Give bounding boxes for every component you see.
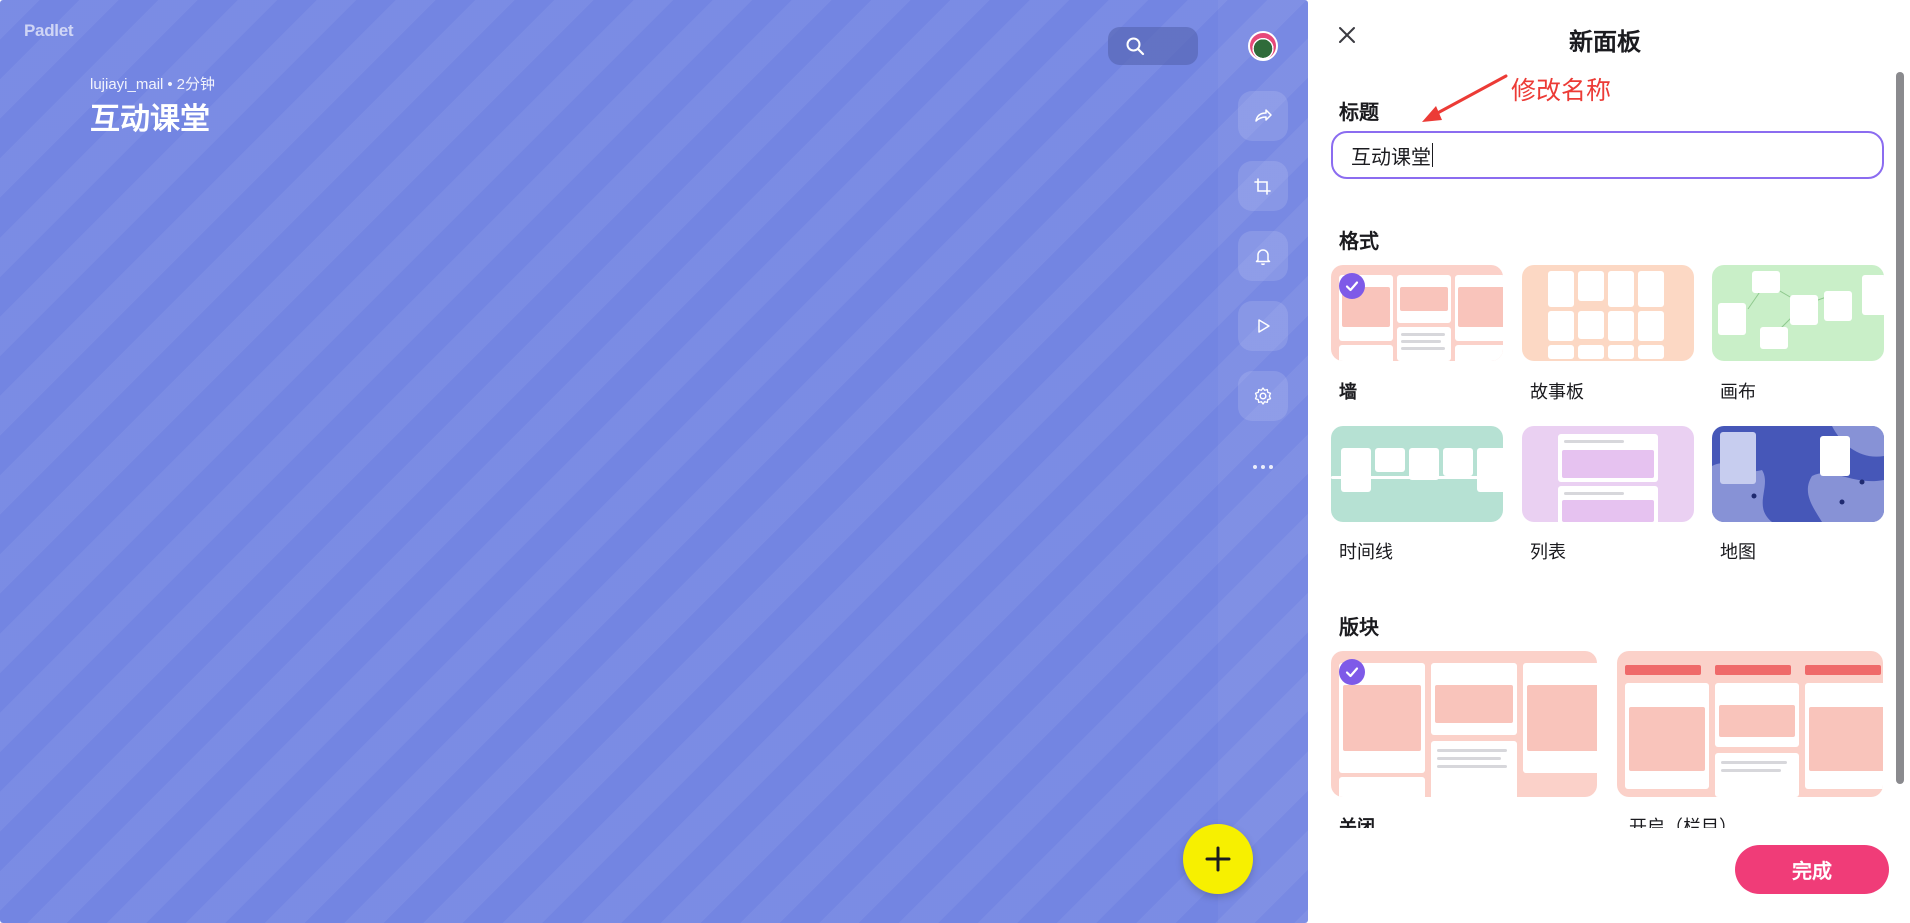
plus-icon — [1205, 846, 1231, 872]
sections-label-off: 关闭 — [1339, 817, 1375, 828]
title-input-value: 互动课堂 — [1351, 146, 1431, 169]
title-input[interactable]: 互动课堂 — [1331, 131, 1884, 179]
annotation-arrow-icon — [1422, 74, 1508, 122]
title-section-label: 标题 — [1339, 102, 1379, 124]
format-label-timeline: 时间线 — [1339, 542, 1393, 562]
play-icon — [1258, 319, 1270, 333]
padlet-logo[interactable]: Padlet — [24, 21, 74, 41]
more-button[interactable] — [1238, 452, 1288, 482]
board-author: lujiayi_mail — [90, 76, 164, 93]
format-option-storyboard[interactable] — [1522, 265, 1694, 361]
share-icon — [1255, 109, 1272, 122]
search-button[interactable] — [1108, 27, 1198, 65]
format-label-wall: 墙 — [1339, 382, 1357, 402]
padlet-board: Padlet lujiayi_mail • 2分钟 互动课堂 — [0, 0, 1308, 923]
selected-check-icon — [1339, 273, 1365, 299]
meta-separator: • — [167, 76, 173, 93]
settings-button[interactable] — [1238, 371, 1288, 421]
notifications-button[interactable] — [1238, 231, 1288, 281]
annotation-text: 修改名称 — [1511, 77, 1612, 105]
format-section-label: 格式 — [1339, 231, 1379, 253]
board-title[interactable]: 互动课堂 — [90, 94, 210, 138]
format-option-timeline[interactable] — [1331, 426, 1503, 522]
selected-check-icon — [1339, 659, 1365, 685]
done-button[interactable]: 完成 — [1735, 845, 1889, 894]
sections-option-off[interactable] — [1331, 651, 1597, 797]
share-button[interactable] — [1238, 91, 1288, 141]
format-label-canvas: 画布 — [1720, 382, 1756, 402]
panel-scrollbar[interactable] — [1896, 72, 1904, 784]
format-option-stream[interactable] — [1522, 426, 1694, 522]
user-avatar[interactable] — [1248, 31, 1278, 61]
sections-option-on[interactable] — [1617, 651, 1883, 797]
format-option-canvas[interactable] — [1712, 265, 1884, 361]
format-option-wall[interactable] — [1331, 265, 1503, 361]
panel-title: 新面板 — [1569, 29, 1641, 56]
board-time-ago: 2分钟 — [176, 76, 215, 93]
search-icon — [1126, 37, 1145, 56]
board-meta: lujiayi_mail • 2分钟 — [90, 73, 215, 94]
bell-icon — [1255, 249, 1271, 266]
sections-section-label: 版块 — [1339, 617, 1379, 639]
format-label-stream: 列表 — [1530, 542, 1566, 562]
add-post-button[interactable] — [1183, 824, 1253, 894]
format-label-map: 地图 — [1720, 542, 1756, 562]
new-board-panel: 新面板 标题 修改名称 互动课堂 格式 墙 故事板 画布 时间线 列表 地图 版… — [1310, 0, 1910, 923]
format-label-storyboard: 故事板 — [1530, 382, 1584, 402]
remix-icon — [1254, 178, 1271, 195]
text-caret — [1432, 143, 1433, 167]
sections-label-on: 开启（栏目） — [1629, 817, 1737, 828]
gear-icon — [1254, 387, 1272, 405]
format-option-map[interactable] — [1712, 426, 1884, 522]
remix-button[interactable] — [1238, 161, 1288, 211]
slideshow-button[interactable] — [1238, 301, 1288, 351]
more-icon — [1253, 465, 1257, 469]
